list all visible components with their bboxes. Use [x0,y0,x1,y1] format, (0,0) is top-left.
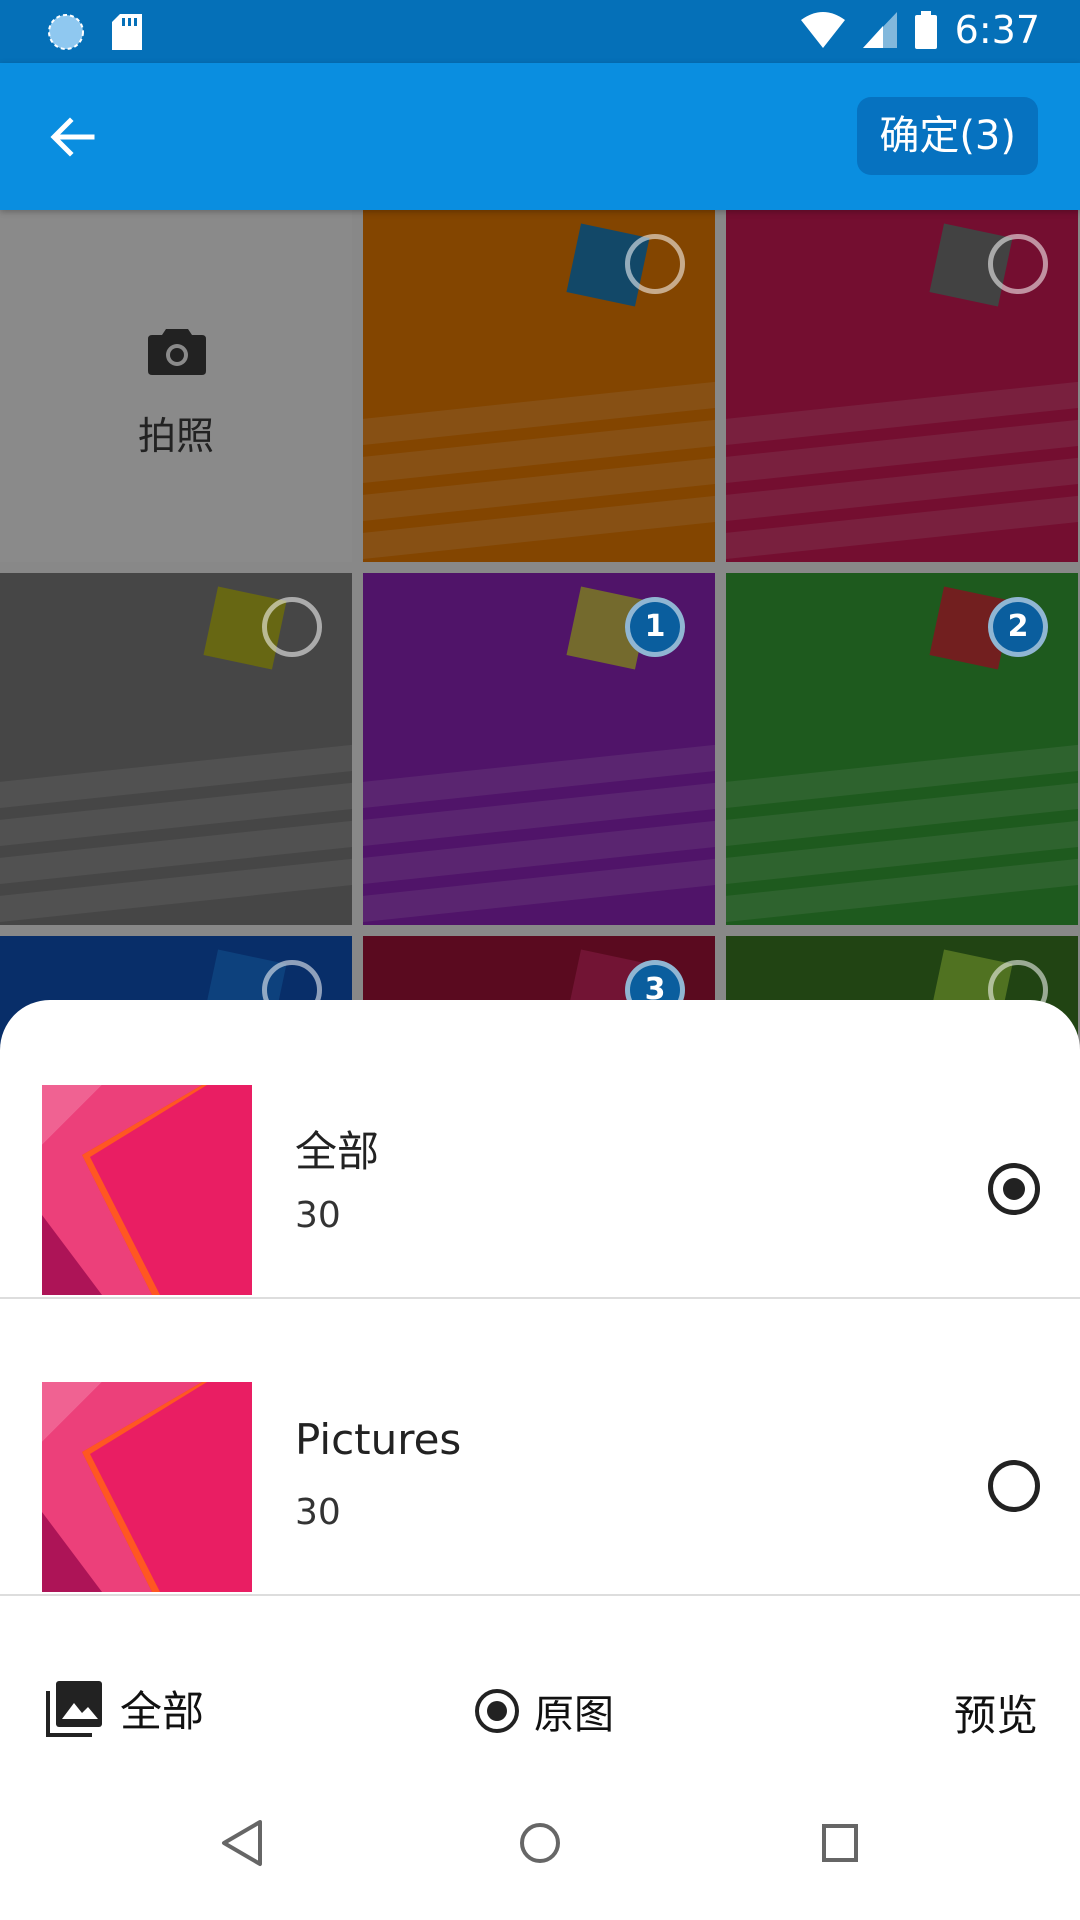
selection-circle[interactable] [262,597,322,657]
album-radio-unselected[interactable] [988,1460,1040,1512]
take-photo-tile[interactable]: 拍照 [0,210,352,562]
original-radio-icon [475,1689,519,1733]
original-toggle[interactable]: 原图 [474,1682,614,1740]
selection-badge[interactable]: 2 [988,597,1048,657]
photo-library-icon [46,1680,102,1737]
photo-thumbnail[interactable] [0,573,352,925]
selection-circle[interactable] [988,234,1048,294]
confirm-button[interactable]: 确定(3) [857,97,1038,175]
album-switch-label: 全部 [120,1687,205,1736]
album-thumbnail [42,1382,252,1592]
system-nav-bar [0,1786,1080,1920]
sync-icon [48,14,84,50]
photo-thumbnail[interactable]: 1 [363,573,715,925]
wifi-icon [800,12,845,48]
album-item-pictures[interactable]: Pictures 30 [0,1297,1080,1596]
bottom-action-bar: 全部 原图 预览 [0,1636,1080,1786]
nav-back-icon[interactable] [220,1818,264,1868]
original-label: 原图 [534,1692,614,1738]
camera-icon [148,329,206,375]
selection-circle[interactable] [625,234,685,294]
album-count: 30 [295,1195,341,1236]
album-thumbnail [42,1085,252,1295]
cell-signal-icon [862,12,897,48]
album-item-all[interactable]: 全部 30 [0,1000,1080,1299]
nav-recents-icon[interactable] [818,1818,862,1868]
photo-thumbnail[interactable]: 2 [726,573,1078,925]
album-count: 30 [295,1492,341,1533]
nav-home-icon[interactable] [518,1818,562,1868]
album-switch-button[interactable]: 全部 [46,1678,204,1739]
selection-badge[interactable]: 1 [625,597,685,657]
take-photo-label: 拍照 [137,414,214,458]
radio-dot [1003,1178,1025,1200]
album-radio-selected[interactable] [988,1163,1040,1215]
album-name: 全部 [295,1127,380,1176]
status-bar: 6:37 [0,0,1080,63]
photo-thumbnail[interactable] [726,210,1078,562]
status-time: 6:37 [954,8,1040,52]
back-arrow-icon[interactable] [44,109,100,165]
album-name: Pictures [295,1415,462,1464]
photo-thumbnail[interactable] [363,210,715,562]
sd-card-icon [112,14,142,50]
app-bar: 确定(3) [0,63,1080,210]
preview-button[interactable]: 预览 [954,1682,1038,1743]
battery-icon [914,11,937,49]
